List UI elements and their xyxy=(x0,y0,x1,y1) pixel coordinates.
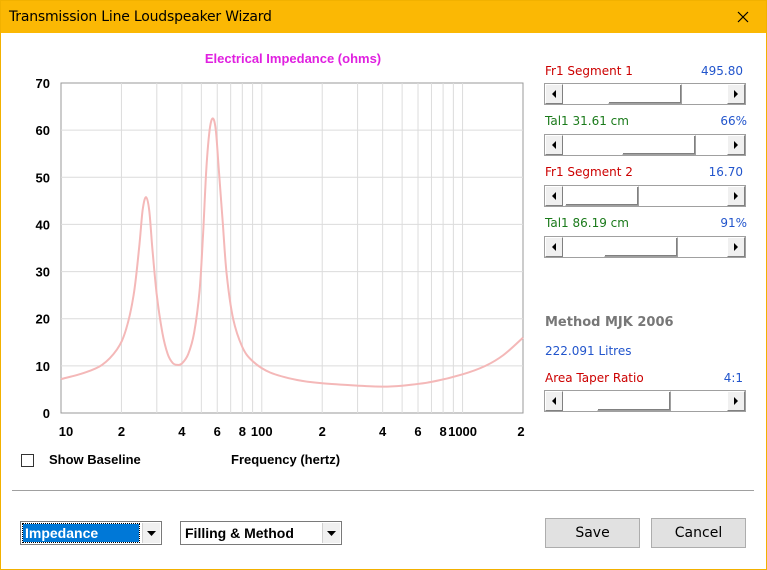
chevron-down-icon xyxy=(327,530,336,536)
area-taper-track[interactable] xyxy=(563,391,727,411)
arrow-right-icon xyxy=(734,243,738,251)
arrow-right-icon xyxy=(734,192,738,200)
segment2-track[interactable] xyxy=(563,186,727,206)
segment1-value: 495.80 xyxy=(701,64,743,78)
arrow-left-icon xyxy=(552,192,556,200)
taper2-thumb[interactable] xyxy=(604,237,678,257)
x-tick-label: 2 xyxy=(517,424,524,439)
area-taper-label: Area Taper Ratio xyxy=(545,371,644,385)
taper2-scrollbar[interactable] xyxy=(544,236,746,258)
area-taper-scroll-left[interactable] xyxy=(545,391,563,411)
window-title: Transmission Line Loudspeaker Wizard xyxy=(9,9,272,25)
mode-select[interactable]: Filling & Method xyxy=(180,521,342,545)
x-axis: 10 2 4 6 8 100 2 4 6 8 1000 2 xyxy=(59,424,525,439)
area-taper-value: 4:1 xyxy=(723,371,743,385)
taper1-scroll-right[interactable] xyxy=(727,135,745,155)
taper1-scrollbar[interactable] xyxy=(544,134,746,156)
arrow-left-icon xyxy=(552,243,556,251)
taper2-scroll-left[interactable] xyxy=(545,237,563,257)
x-tick-label: 6 xyxy=(214,424,221,439)
cancel-button[interactable]: Cancel xyxy=(651,518,746,548)
segment2-thumb[interactable] xyxy=(565,186,639,206)
segment2-scroll-right[interactable] xyxy=(727,186,745,206)
y-tick-label: 20 xyxy=(36,312,50,327)
arrow-right-icon xyxy=(734,397,738,405)
segment1-track[interactable] xyxy=(563,84,727,104)
mode-select-dropdown[interactable] xyxy=(322,523,340,543)
taper2-track[interactable] xyxy=(563,237,727,257)
arrow-left-icon xyxy=(552,90,556,98)
x-tick-label: 2 xyxy=(118,424,125,439)
method-label: Method MJK 2006 xyxy=(545,315,674,330)
area-taper-thumb[interactable] xyxy=(597,391,671,411)
x-axis-label: Frequency (hertz) xyxy=(231,452,341,467)
view-select[interactable]: Impedance xyxy=(20,521,162,545)
taper1-scroll-left[interactable] xyxy=(545,135,563,155)
y-tick-label: 40 xyxy=(36,217,50,232)
y-tick-label: 30 xyxy=(36,265,50,280)
taper1-label: Tal1 31.61 cm xyxy=(545,114,629,128)
y-axis: 0 10 20 30 40 50 60 70 xyxy=(36,76,50,421)
impedance-chart: Electrical Impedance (ohms) 0 10 20 30 40 50 6… xyxy=(36,51,525,439)
mode-select-value: Filling & Method xyxy=(185,525,294,541)
x-tick-label: 2 xyxy=(319,424,326,439)
show-baseline-checkbox[interactable] xyxy=(21,454,34,467)
x-tick-label: 1000 xyxy=(448,424,477,439)
y-tick-label: 60 xyxy=(36,123,50,138)
taper1-thumb[interactable] xyxy=(622,135,696,155)
y-tick-label: 0 xyxy=(43,406,50,421)
x-tick-label: 6 xyxy=(414,424,421,439)
volume-label: 222.091 Litres xyxy=(545,344,632,358)
separator xyxy=(12,490,754,492)
x-tick-label: 4 xyxy=(379,424,387,439)
y-tick-label: 70 xyxy=(36,76,50,91)
arrow-left-icon xyxy=(552,141,556,149)
taper1-value: 66% xyxy=(720,114,747,128)
taper1-track[interactable] xyxy=(563,135,727,155)
area-taper-scrollbar[interactable] xyxy=(544,390,746,412)
segment2-label: Fr1 Segment 2 xyxy=(545,165,633,179)
title-bar[interactable]: Transmission Line Loudspeaker Wizard xyxy=(1,1,766,33)
y-tick-label: 50 xyxy=(36,170,50,185)
view-select-dropdown[interactable] xyxy=(142,523,160,543)
arrow-right-icon xyxy=(734,90,738,98)
segment2-scroll-left[interactable] xyxy=(545,186,563,206)
x-tick-label: 8 xyxy=(239,424,246,439)
segment1-scroll-right[interactable] xyxy=(727,84,745,104)
segment1-scroll-left[interactable] xyxy=(545,84,563,104)
close-icon xyxy=(737,11,749,23)
x-tick-label: 100 xyxy=(251,424,273,439)
arrow-left-icon xyxy=(552,397,556,405)
view-select-value: Impedance xyxy=(22,523,140,543)
x-tick-label: 10 xyxy=(59,424,73,439)
area-taper-scroll-right[interactable] xyxy=(727,391,745,411)
chart-title: Electrical Impedance (ohms) xyxy=(205,51,381,66)
taper2-label: Tal1 86.19 cm xyxy=(545,216,629,230)
segment1-thumb[interactable] xyxy=(608,84,682,104)
save-button[interactable]: Save xyxy=(545,518,640,548)
segment1-label: Fr1 Segment 1 xyxy=(545,64,633,78)
x-tick-label: 8 xyxy=(439,424,446,439)
taper2-scroll-right[interactable] xyxy=(727,237,745,257)
y-tick-label: 10 xyxy=(36,359,50,374)
taper2-value: 91% xyxy=(720,216,747,230)
x-tick-label: 4 xyxy=(178,424,186,439)
segment2-value: 16.70 xyxy=(708,165,743,179)
chevron-down-icon xyxy=(147,530,156,536)
segment2-scrollbar[interactable] xyxy=(544,185,746,207)
show-baseline-label[interactable]: Show Baseline xyxy=(49,452,141,467)
close-button[interactable] xyxy=(720,1,766,33)
segment1-scrollbar[interactable] xyxy=(544,83,746,105)
arrow-right-icon xyxy=(734,141,738,149)
